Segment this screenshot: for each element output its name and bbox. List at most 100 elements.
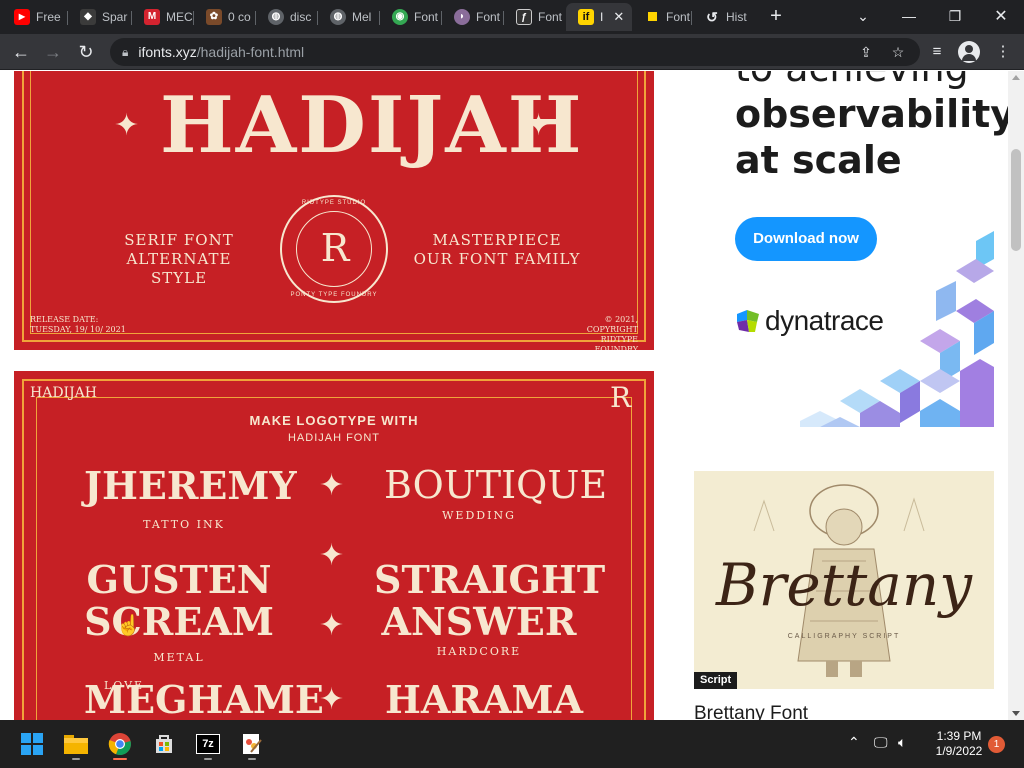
logo-jheremy-sub: TATTO INK <box>143 518 225 531</box>
tab-11[interactable]: ↺ Hist <box>692 3 756 31</box>
reload-button[interactable]: ↻ <box>73 39 99 65</box>
close-tab-icon[interactable]: ✕ <box>613 9 624 25</box>
youtube-icon: ▶ <box>14 9 30 25</box>
tab-5[interactable]: ◍ Mel <box>318 3 380 31</box>
helmet-icon: ◆ <box>80 9 96 25</box>
hadijah-title: HADIJAH <box>160 80 584 171</box>
tab-active-ifonts[interactable]: if I ✕ <box>566 3 632 31</box>
copyright-line-2: RIDTYPE FOUNDRY <box>594 335 638 350</box>
logo-harama: HARAMA <box>385 677 583 720</box>
tray-chevron-icon[interactable]: ⌃ <box>848 734 860 751</box>
sparkle-icon: ✦ <box>319 683 345 716</box>
url-host: ifonts.xyz <box>138 44 197 60</box>
windows-taskbar: 7z ⌃ 🖵︎ 🔈︎ 1:39 PM 1/9/2022 1 <box>0 720 1024 768</box>
dynatrace-wordmark: dynatrace <box>765 305 884 336</box>
tab-6[interactable]: ◉ Font <box>380 3 442 31</box>
brettany-font-thumbnail[interactable]: Brettany CALLIGRAPHY SCRIPT <box>694 471 994 689</box>
share-icon[interactable]: ⇪ <box>856 42 876 62</box>
seal-ring: R <box>296 211 372 287</box>
chrome-icon[interactable] <box>104 728 136 760</box>
windows-start-icon[interactable] <box>16 728 48 760</box>
tab-2[interactable]: M MEC <box>132 3 194 31</box>
masterpiece-text: MASTERPIECE OUR FONT FAMILY <box>412 231 582 269</box>
tab-strip: ▶ Free ◆ Spar M MEC ✿ 0 co ◍ disc ◍ Mel … <box>0 0 1024 34</box>
7zip-icon[interactable]: 7z <box>192 728 224 760</box>
scroll-thumb[interactable] <box>1011 149 1021 251</box>
seal-top-text: RIDTYPE STUDIO <box>301 200 367 206</box>
left-line-2: ALTERNATE STYLE <box>126 250 232 287</box>
logo-meghame: MEGHAME <box>84 677 324 720</box>
ad-line-2: observability <box>735 92 1016 136</box>
bookmark-star-icon[interactable]: ☆ <box>888 42 908 62</box>
forward-button[interactable]: → <box>40 39 66 65</box>
tab-1[interactable]: ◆ Spar <box>68 3 132 31</box>
tab-search-icon[interactable]: ⌄ <box>840 0 886 32</box>
page-scrollbar[interactable] <box>1008 71 1024 720</box>
sparkle-icon: ✦ <box>319 539 345 572</box>
profile-avatar-icon[interactable] <box>958 41 980 63</box>
sparkle-icon: ✦ <box>319 609 345 642</box>
sparkle-icon: ✦ <box>319 469 345 502</box>
dynatrace-logo[interactable]: dynatrace <box>735 305 884 337</box>
globe-icon: ◍ <box>330 9 346 25</box>
font-site-icon: ◗ <box>454 9 470 25</box>
history-icon: ↺ <box>706 9 718 25</box>
close-window-button[interactable]: ✕ <box>978 0 1024 32</box>
make-logotype-heading: MAKE LOGOTYPE WITH <box>249 413 419 428</box>
file-explorer-icon[interactable] <box>60 728 92 760</box>
back-button[interactable]: ← <box>8 39 34 65</box>
tab-label: Font <box>476 10 501 24</box>
right-line-2: OUR FONT FAMILY <box>413 250 581 268</box>
notification-badge[interactable]: 1 <box>988 736 1005 753</box>
tab-label: Font <box>538 10 563 24</box>
maps-pin-icon: ◉ <box>392 9 408 25</box>
copyright-text: © 2021, COPYRIGHT RIDTYPE FOUNDRY <box>564 315 638 350</box>
tab-8[interactable]: ƒ Font <box>504 3 566 31</box>
restore-button[interactable]: ❐ <box>932 0 978 32</box>
hadijah-preview-image-2: HADIJAH R MAKE LOGOTYPE WITH HADIJAH FON… <box>14 371 654 720</box>
seal-monogram: R <box>320 226 350 270</box>
yellow-square-icon <box>644 9 660 25</box>
clock-date: 1/9/2022 <box>935 744 983 758</box>
release-line-1: RELEASE DATE: <box>30 315 99 324</box>
system-clock[interactable]: 1:39 PM 1/9/2022 <box>924 729 994 759</box>
tab-label: Mel <box>352 10 372 24</box>
hadijah-preview-image-1: HADIJAH ✦ ✦ SERIF FONT ALTERNATE STYLE R… <box>14 71 654 350</box>
tab-label: I <box>600 10 604 24</box>
tab-label: disc <box>290 10 312 24</box>
tab-10[interactable]: Font <box>632 3 692 31</box>
globe-icon: ◍ <box>268 9 284 25</box>
scroll-down-arrow-icon[interactable] <box>1012 711 1020 716</box>
right-line-1: MASTERPIECE <box>432 231 562 249</box>
tab-label: Free <box>36 10 61 24</box>
calligraphy-script-text: CALLIGRAPHY SCRIPT <box>787 633 901 640</box>
ridtype-seal-logo: RIDTYPE STUDIO R PONTY TYPE FOUNDRY <box>280 195 388 303</box>
release-date-text: RELEASE DATE: TUESDAY, 19/ 10/ 2021 <box>30 315 126 335</box>
category-badge-script[interactable]: Script <box>694 672 738 689</box>
lock-icon[interactable]: 🔒︎ <box>122 45 128 60</box>
volume-icon[interactable]: 🔈︎ <box>898 734 906 751</box>
clock-time: 1:39 PM <box>936 729 982 743</box>
menu-kebab-icon[interactable]: ⋮ <box>990 39 1016 65</box>
ifonts-icon: if <box>578 9 594 25</box>
address-bar[interactable]: 🔒︎ ifonts.xyz/hadijah-font.html ⇪ ☆ <box>110 38 920 66</box>
new-tab-button[interactable]: + <box>765 6 787 28</box>
tab-label: 0 co <box>228 10 251 24</box>
paint-app-icon[interactable] <box>236 728 268 760</box>
microsoft-store-icon[interactable] <box>148 728 180 760</box>
tab-4[interactable]: ◍ disc <box>256 3 318 31</box>
tab-3[interactable]: ✿ 0 co <box>194 3 256 31</box>
minimize-button[interactable]: — <box>886 0 932 32</box>
tab-0[interactable]: ▶ Free <box>2 3 68 31</box>
scroll-up-arrow-icon[interactable] <box>1012 75 1020 80</box>
seal-bottom-text: PONTY TYPE FOUNDRY <box>290 292 378 298</box>
m-logo-icon: M <box>144 9 160 25</box>
tab-7[interactable]: ◗ Font <box>442 3 504 31</box>
media-control-icon[interactable]: ≡ <box>924 39 950 65</box>
sparkle-icon: ✦ <box>526 109 552 142</box>
network-icon[interactable]: 🖵︎ <box>874 734 888 751</box>
font-card-title[interactable]: Brettany Font <box>694 703 808 720</box>
logo-gusten: GUSTEN <box>86 557 272 602</box>
url-path: /hadijah-font.html <box>196 44 305 60</box>
serif-font-text: SERIF FONT ALTERNATE STYLE <box>104 231 254 288</box>
